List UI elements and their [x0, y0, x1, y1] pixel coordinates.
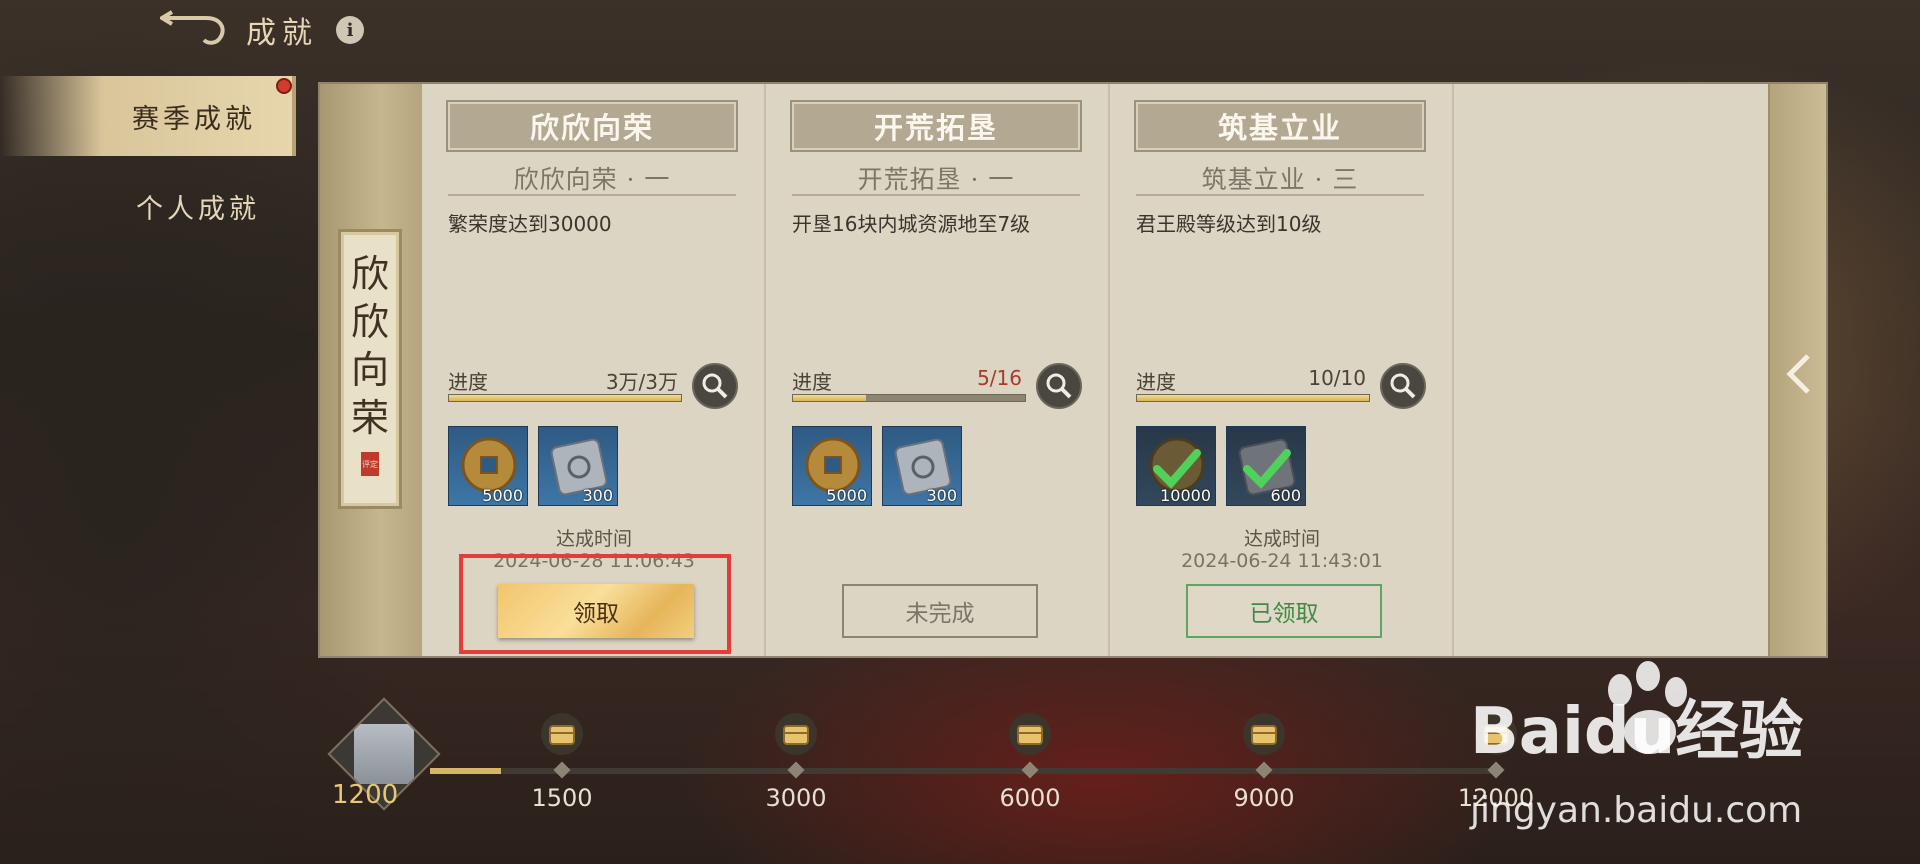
reward-count: 5000 — [826, 486, 867, 505]
card-title: 欣欣向荣 — [448, 102, 736, 150]
banner-char: 欣 — [350, 252, 389, 296]
current-points: 1200 — [332, 780, 399, 810]
banner-char: 荣 — [350, 396, 389, 440]
watermark-url: jingyan.baidu.com — [1470, 790, 1803, 831]
milestone-progress-bar — [430, 768, 1500, 774]
card-title: 筑基立业 — [1136, 102, 1424, 150]
sidebar-item-label: 赛季成就 — [132, 103, 256, 135]
completion-time: 2024-06-24 11:43:01 — [1181, 550, 1383, 572]
card-subtitle: 欣欣向荣 · 一 — [448, 160, 736, 196]
chevron-left-icon[interactable] — [1782, 352, 1816, 396]
card-description: 君王殿等级达到10级 — [1136, 212, 1322, 236]
progress-label: 进度 — [1136, 370, 1176, 394]
reward-count: 600 — [1270, 486, 1301, 505]
milestone-label: 6000 — [999, 784, 1061, 812]
progress-bar — [792, 394, 1026, 402]
progress-label: 进度 — [792, 370, 832, 394]
search-icon — [702, 373, 728, 399]
achievement-card: 开荒拓垦 开荒拓垦 · 一 开垦16块内城资源地至7级 进度 5/16 5000… — [766, 84, 1110, 656]
card-subtitle: 开荒拓垦 · 一 — [792, 160, 1080, 196]
category-banner: 欣 欣 向 荣 评定 — [338, 229, 402, 509]
baidu-watermark: Baidu经验 jingyan.baidu.com — [1470, 660, 1920, 850]
milestone-node — [1255, 761, 1273, 779]
progress-value: 5/16 — [977, 366, 1022, 390]
progress-label: 进度 — [448, 370, 488, 394]
milestone-track: 1200 1500 3000 6000 9000 12000 — [320, 680, 1560, 850]
chest-icon[interactable] — [774, 712, 818, 756]
header: 成就 i — [160, 8, 364, 52]
card-description: 开垦16块内城资源地至7级 — [792, 212, 1031, 236]
info-icon[interactable]: i — [336, 16, 364, 44]
milestone-label: 9000 — [1233, 784, 1295, 812]
milestone-node — [787, 761, 805, 779]
sidebar-item-label: 个人成就 — [136, 193, 260, 225]
progress-value: 3万/3万 — [605, 370, 678, 394]
banner-char: 欣 — [350, 300, 389, 344]
card-title: 开荒拓垦 — [792, 102, 1080, 150]
completion-time-label: 达成时间 — [1243, 528, 1320, 550]
seal-stamp: 评定 — [361, 452, 379, 476]
reward-scroll[interactable]: 600 — [1226, 426, 1306, 506]
incomplete-button[interactable]: 未完成 — [842, 584, 1038, 638]
scroll-right-strip[interactable] — [1768, 84, 1826, 656]
reward-copper-coin[interactable]: 5000 — [792, 426, 872, 506]
reward-copper-coin[interactable]: 10000 — [1136, 426, 1216, 506]
reward-scroll[interactable]: 300 — [538, 426, 618, 506]
sidebar-item-season-achievements[interactable]: 赛季成就 — [0, 76, 296, 156]
page-title: 成就 — [246, 16, 318, 51]
chest-icon[interactable] — [540, 712, 584, 756]
completion-time-label: 达成时间 — [555, 528, 632, 550]
reward-count: 10000 — [1160, 486, 1211, 505]
reward-count: 5000 — [482, 486, 523, 505]
back-arrow-icon[interactable] — [160, 10, 232, 50]
progress-bar — [1136, 394, 1370, 402]
milestone-node — [553, 761, 571, 779]
search-button[interactable] — [692, 363, 738, 409]
banner-char: 向 — [350, 348, 389, 392]
milestone-label: 3000 — [765, 784, 827, 812]
card-subtitle: 筑基立业 · 三 — [1136, 160, 1424, 196]
search-icon — [1390, 373, 1416, 399]
reward-scroll[interactable]: 300 — [882, 426, 962, 506]
sidebar-item-personal-achievements[interactable]: 个人成就 — [0, 166, 296, 246]
card-description: 繁荣度达到30000 — [448, 212, 612, 236]
highlight-box — [459, 554, 731, 654]
achievement-card: 筑基立业 筑基立业 · 三 君王殿等级达到10级 进度 10/10 10000 … — [1110, 84, 1454, 656]
reward-copper-coin[interactable]: 5000 — [448, 426, 528, 506]
watermark-logo: Baidu经验 — [1470, 695, 1804, 769]
progress-value: 10/10 — [1308, 366, 1366, 390]
category-strip: 欣 欣 向 荣 评定 — [320, 84, 422, 656]
claimed-button[interactable]: 已领取 — [1186, 584, 1382, 638]
reward-count: 300 — [926, 486, 957, 505]
chest-icon[interactable] — [1008, 712, 1052, 756]
search-button[interactable] — [1036, 363, 1082, 409]
search-icon — [1046, 373, 1072, 399]
milestone-node — [1021, 761, 1039, 779]
notification-dot — [276, 78, 292, 94]
chest-icon[interactable] — [1242, 712, 1286, 756]
scroll-icon — [354, 724, 414, 784]
sidebar: 赛季成就 个人成就 — [0, 76, 296, 246]
search-button[interactable] — [1380, 363, 1426, 409]
progress-bar — [448, 394, 682, 402]
milestone-label: 1500 — [531, 784, 593, 812]
reward-count: 300 — [582, 486, 613, 505]
